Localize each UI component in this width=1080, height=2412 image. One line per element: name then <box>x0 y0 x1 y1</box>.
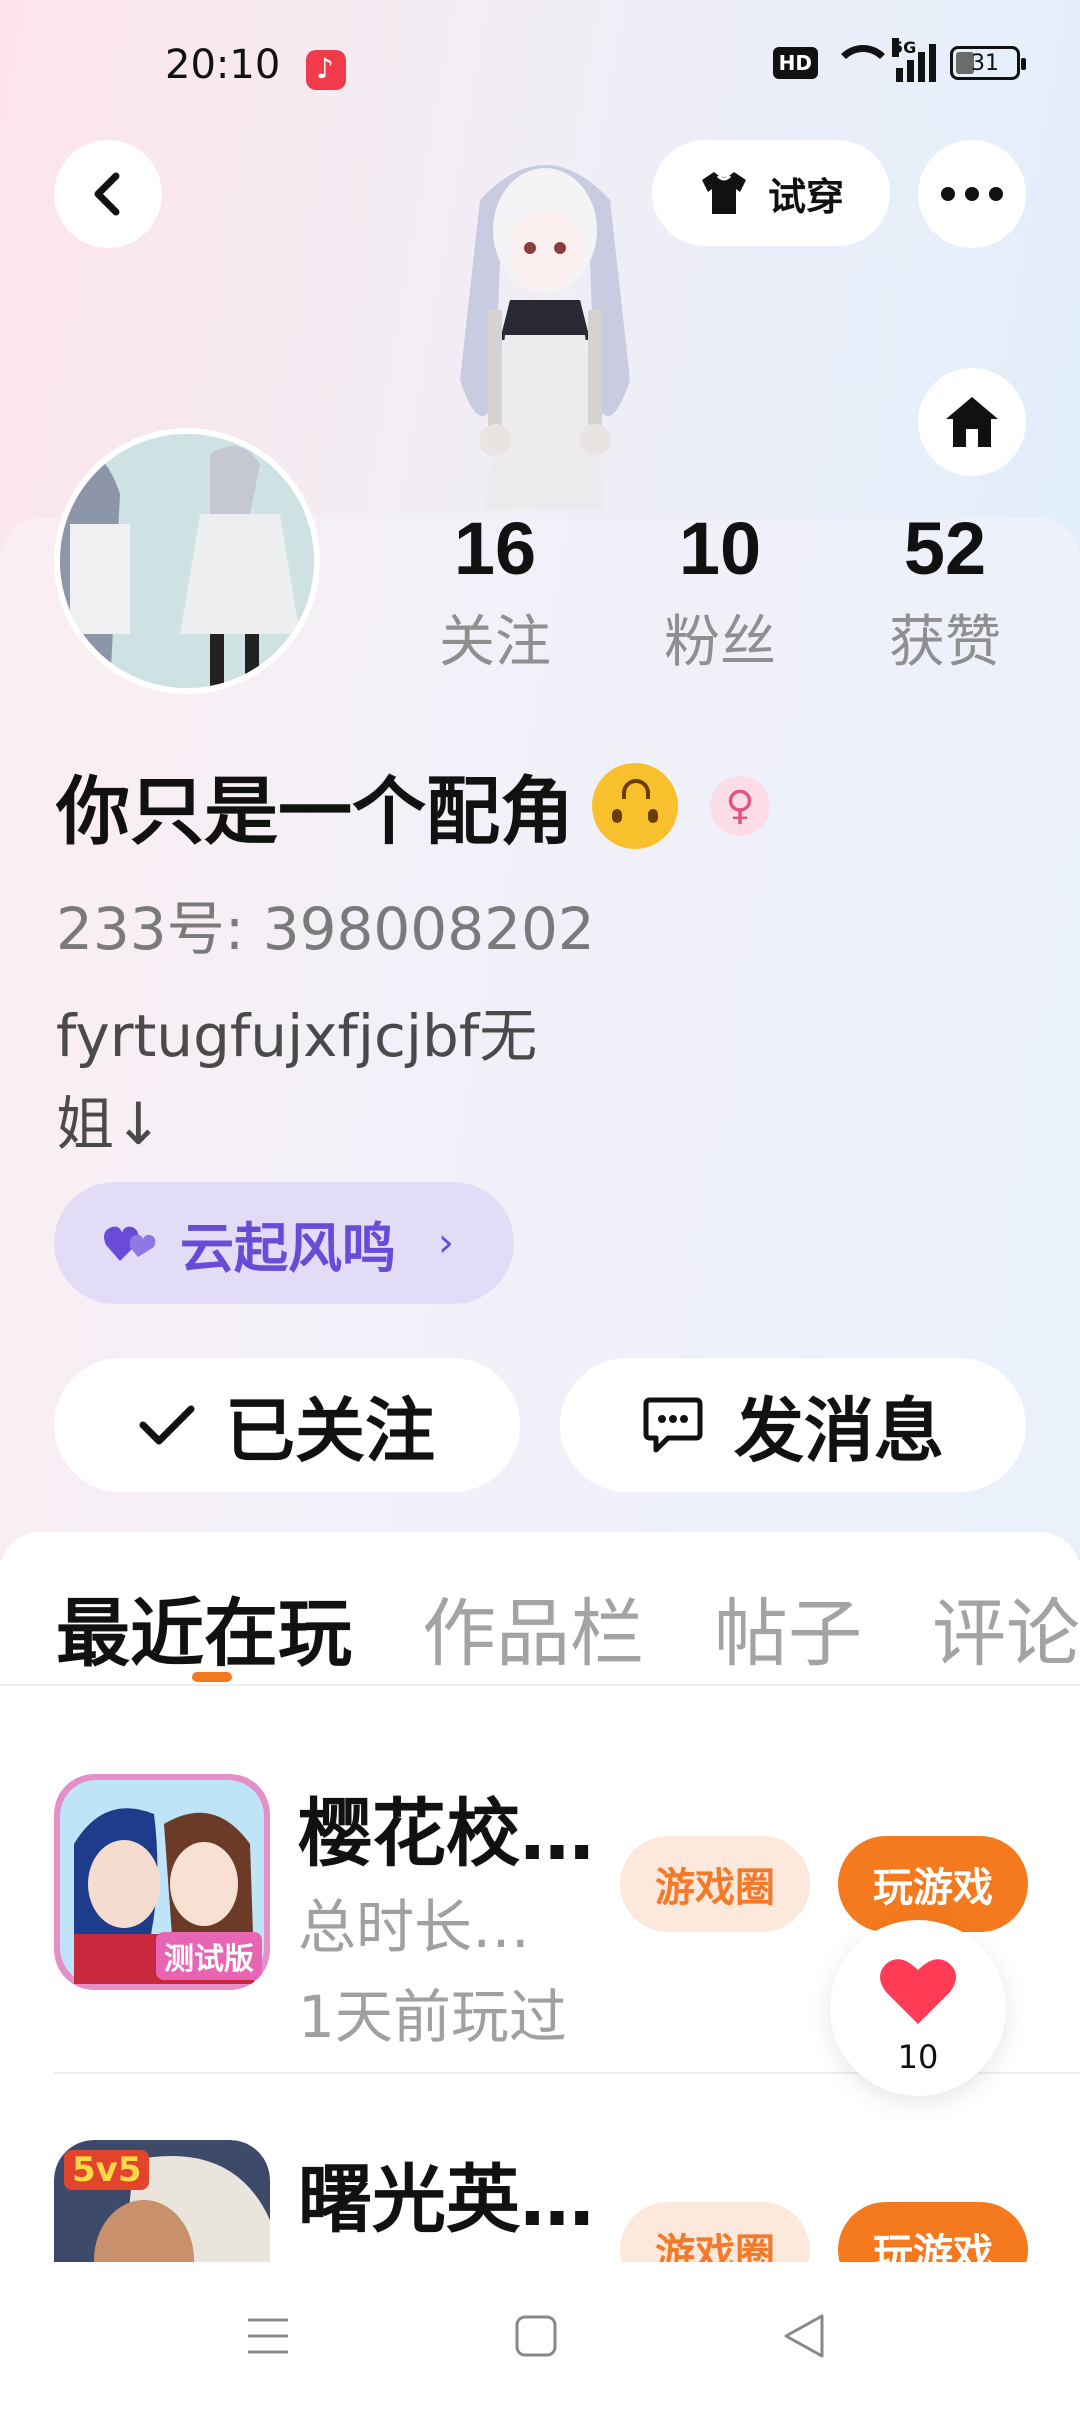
more-options-button[interactable] <box>918 140 1026 248</box>
stat-label: 粉丝 <box>664 610 776 676</box>
try-on-button[interactable]: 试穿 <box>652 140 890 246</box>
more-dots-icon <box>941 187 1003 201</box>
bio-line: 姐↓ <box>56 1090 163 1158</box>
profile-avatar[interactable] <box>54 428 320 694</box>
bio: fyrtugfujxfjcjbf无 姐↓ <box>56 992 616 1168</box>
send-message-label: 发消息 <box>734 1389 944 1472</box>
heart-icon <box>880 1959 956 2024</box>
intimacy-tag-label: 云起风鸣 <box>180 1216 396 1280</box>
user-id: 233号: 398008202 <box>56 882 595 966</box>
status-time: 20:10 <box>165 42 281 88</box>
active-tab-indicator <box>192 1672 232 1682</box>
tabs-divider <box>0 1684 1080 1686</box>
status-bar: 20:10 HD 5G 31 <box>0 0 1080 140</box>
chevron-right-icon: › <box>438 1220 454 1266</box>
bio-line: fyrtugfujxfjcjbf无 <box>56 1002 538 1070</box>
back-arrow-icon <box>94 172 120 216</box>
username-row: 你只是一个配角 ♀ <box>56 752 770 859</box>
following-label: 已关注 <box>225 1389 435 1472</box>
battery-level: 31 <box>971 50 999 76</box>
stat-label: 获赞 <box>889 610 1001 676</box>
stat-value: 52 <box>903 507 987 590</box>
tab-recently-played[interactable]: 最近在玩 <box>56 1574 352 1681</box>
game-circle-button[interactable]: 游戏圈 <box>620 1836 810 1932</box>
female-gender-icon: ♀ <box>710 775 770 836</box>
hd-badge: HD <box>772 47 818 79</box>
game-icon-badge: 测试版 <box>156 1932 262 1980</box>
like-button[interactable]: 10 <box>830 1920 1006 2096</box>
home-icon <box>946 397 998 447</box>
tab-works[interactable]: 作品栏 <box>422 1574 644 1681</box>
wifi-icon <box>832 45 894 81</box>
username: 你只是一个配角 <box>56 769 574 855</box>
tshirt-icon <box>701 172 746 214</box>
character-avatar-figure <box>410 140 680 520</box>
play-game-button[interactable]: 玩游戏 <box>838 1836 1028 1932</box>
stat-label: 关注 <box>439 610 551 676</box>
menu-icon <box>248 2318 288 2354</box>
game-title: 曙光英… <box>298 2157 594 2243</box>
tab-posts[interactable]: 帖子 <box>714 1574 862 1681</box>
network-label: 5G <box>892 38 917 57</box>
stat-value: 10 <box>678 507 762 590</box>
upside-down-face-icon <box>592 762 678 849</box>
back-button[interactable] <box>54 140 162 248</box>
system-navigation-bar <box>0 2262 1080 2412</box>
intimacy-tag[interactable]: 云起风鸣 › <box>54 1182 514 1304</box>
game-last-played: 1天前玩过 <box>298 1983 567 2051</box>
chat-bubble-icon <box>643 1397 703 1453</box>
menu-nav-button[interactable] <box>238 2306 298 2366</box>
stat-likes[interactable]: 52 获赞 <box>850 508 1040 678</box>
stat-followers[interactable]: 10 粉丝 <box>625 508 815 678</box>
double-heart-icon <box>104 1226 156 1261</box>
like-count: 10 <box>897 2038 939 2076</box>
user-id-value: 398008202 <box>262 895 595 963</box>
signal-icon: 5G <box>892 38 936 82</box>
game-playtime: 总时长… <box>298 1893 531 1961</box>
game-icon-sakura[interactable]: 测试版 <box>54 1774 270 1990</box>
stat-value: 16 <box>453 507 537 590</box>
battery-icon: 31 <box>950 46 1026 80</box>
game-title: 樱花校… <box>298 1791 594 1877</box>
music-app-icon <box>306 50 346 90</box>
stat-following[interactable]: 16 关注 <box>400 508 590 678</box>
back-nav-button[interactable] <box>774 2306 834 2366</box>
profile-tabs: 最近在玩 作品栏 帖子 评论 <box>56 1574 1080 1681</box>
game-icon-badge: 5v5 <box>64 2150 150 2190</box>
checkmark-icon <box>139 1405 195 1445</box>
triangle-back-icon <box>784 2314 824 2358</box>
home-nav-button[interactable] <box>506 2306 566 2366</box>
status-indicators: HD 5G 31 <box>772 38 1026 82</box>
user-id-label: 233号: <box>56 895 245 963</box>
home-button[interactable] <box>918 368 1026 476</box>
profile-stats: 16 关注 10 粉丝 52 获赞 <box>400 508 1040 678</box>
following-button[interactable]: 已关注 <box>54 1358 520 1492</box>
try-on-label: 试穿 <box>767 174 844 219</box>
tab-comments[interactable]: 评论 <box>932 1574 1080 1681</box>
square-icon <box>515 2315 557 2357</box>
send-message-button[interactable]: 发消息 <box>560 1358 1026 1492</box>
